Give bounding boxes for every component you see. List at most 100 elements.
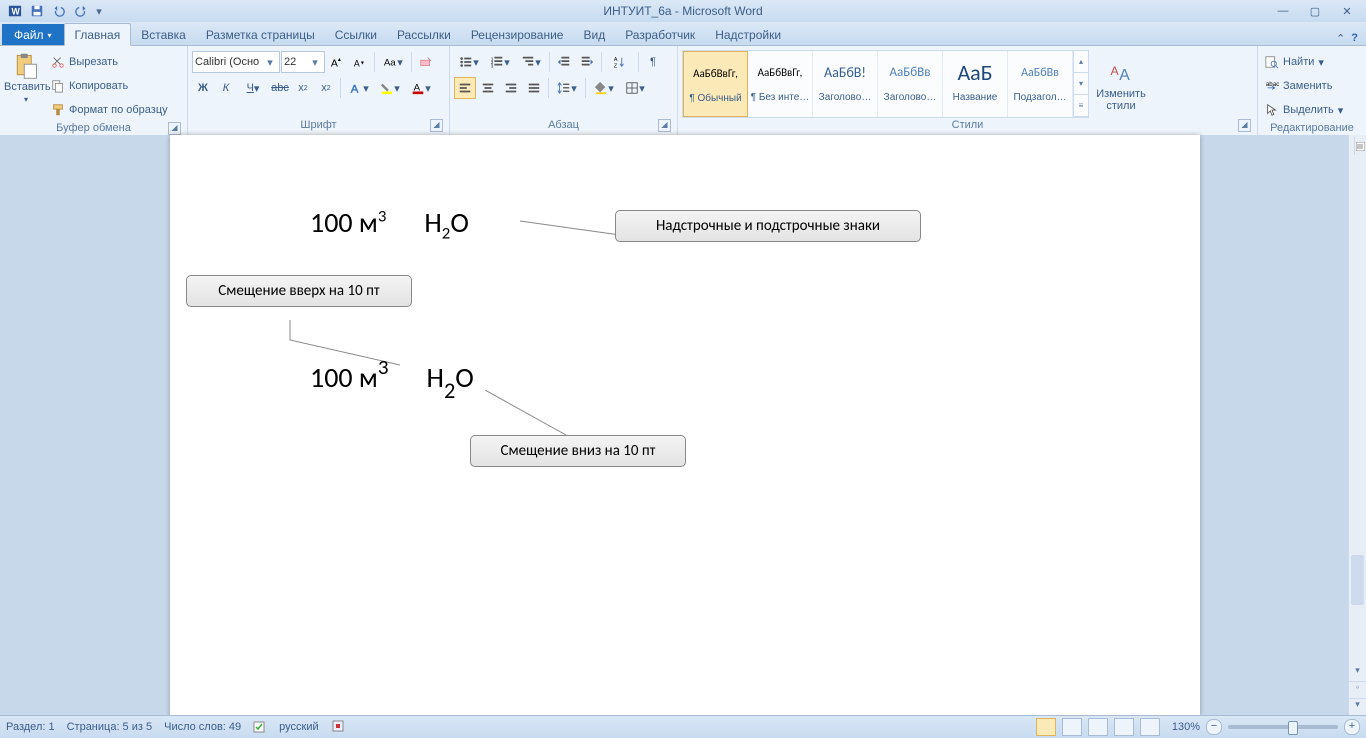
multilevel-list-icon[interactable]: ▾ — [516, 51, 546, 73]
grow-font-icon[interactable]: A▴ — [326, 51, 348, 73]
font-color-icon[interactable]: A▾ — [406, 77, 436, 99]
format-painter-button[interactable]: Формат по образцу — [48, 98, 171, 122]
group-paragraph: ▾ 123▾ ▾ AZ ¶ ▾ ▾ ▾ — [450, 46, 678, 136]
gallery-down-icon[interactable]: ▾ — [1074, 73, 1088, 95]
bold-icon[interactable]: Ж — [192, 77, 214, 99]
tab-insert[interactable]: Вставка — [131, 24, 196, 45]
scroll-thumb[interactable] — [1351, 555, 1364, 605]
replace-button[interactable]: abacЗаменить — [1262, 74, 1335, 98]
bullets-icon[interactable]: ▾ — [454, 51, 484, 73]
borders-icon[interactable]: ▾ — [620, 77, 650, 99]
ruler-toggle-icon[interactable] — [1354, 137, 1366, 155]
underline-icon[interactable]: Ч ▾ — [238, 77, 268, 99]
view-print-layout-icon[interactable] — [1036, 718, 1056, 736]
font-launcher-icon[interactable]: ◢ — [430, 119, 443, 132]
highlight-icon[interactable]: ▾ — [375, 77, 405, 99]
subscript-icon[interactable]: x2 — [292, 77, 314, 99]
tab-references[interactable]: Ссылки — [325, 24, 387, 45]
view-web-layout-icon[interactable] — [1088, 718, 1108, 736]
svg-text:A: A — [614, 57, 618, 63]
line-spacing-icon[interactable]: ▾ — [552, 77, 582, 99]
document-page[interactable]: 100 м3 H2O Надстрочные и подстрочные зна… — [170, 135, 1200, 716]
style-item-2[interactable]: АаБбВ!Заголово… — [813, 51, 878, 117]
view-full-screen-icon[interactable] — [1062, 718, 1082, 736]
tab-mailings[interactable]: Рассылки — [387, 24, 461, 45]
align-center-icon[interactable] — [477, 77, 499, 99]
change-case-icon[interactable]: Aa▾ — [378, 51, 408, 73]
shrink-font-icon[interactable]: A▾ — [349, 51, 371, 73]
zoom-level[interactable]: 130% — [1172, 721, 1200, 733]
group-label-paragraph: Абзац — [548, 119, 579, 131]
text-effects-icon[interactable]: A▾ — [344, 77, 374, 99]
styles-launcher-icon[interactable]: ◢ — [1238, 119, 1251, 132]
zoom-in-button[interactable]: + — [1344, 719, 1360, 735]
tab-review[interactable]: Рецензирование — [461, 24, 574, 45]
tab-addins[interactable]: Надстройки — [705, 24, 791, 45]
numbering-icon[interactable]: 123▾ — [485, 51, 515, 73]
tab-file[interactable]: Файл▾ — [2, 24, 64, 45]
save-icon[interactable] — [28, 2, 46, 20]
tab-view[interactable]: Вид — [573, 24, 615, 45]
decrease-indent-icon[interactable] — [553, 51, 575, 73]
status-macro-icon[interactable] — [331, 719, 345, 736]
style-item-4[interactable]: АаБНазвание — [943, 51, 1008, 117]
italic-icon[interactable]: К — [215, 77, 237, 99]
tab-page-layout[interactable]: Разметка страницы — [196, 24, 325, 45]
tab-developer[interactable]: Разработчик — [615, 24, 705, 45]
align-left-icon[interactable] — [454, 77, 476, 99]
paste-button[interactable]: Вставить▾ — [4, 48, 48, 105]
copy-button[interactable]: Копировать — [48, 74, 171, 98]
svg-text:W: W — [12, 7, 21, 17]
prev-page-icon[interactable]: ◦ — [1349, 681, 1366, 699]
status-words[interactable]: Число слов: 49 — [164, 721, 241, 733]
sort-icon[interactable]: AZ — [605, 51, 635, 73]
superscript-icon[interactable]: x2 — [315, 77, 337, 99]
close-button[interactable]: ✕ — [1336, 5, 1358, 18]
clipboard-launcher-icon[interactable]: ◢ — [168, 122, 181, 135]
shading-icon[interactable]: ▾ — [589, 77, 619, 99]
help-icon[interactable]: ? — [1351, 32, 1358, 45]
styles-gallery[interactable]: АаБбВвГг,¶ ОбычныйАаБбВвГг,¶ Без инте…Аа… — [682, 50, 1089, 118]
justify-icon[interactable] — [523, 77, 545, 99]
view-outline-icon[interactable] — [1114, 718, 1134, 736]
ribbon-tabs: Файл▾ Главная Вставка Разметка страницы … — [0, 22, 1366, 46]
change-styles-button[interactable]: AA Изменить стили — [1093, 55, 1149, 112]
clear-formatting-icon[interactable] — [415, 51, 437, 73]
align-right-icon[interactable] — [500, 77, 522, 99]
scroll-down-icon[interactable]: ▾ — [1349, 665, 1366, 682]
font-name-combo[interactable]: Calibri (Осно▾ — [192, 51, 280, 73]
status-page[interactable]: Страница: 5 из 5 — [67, 721, 153, 733]
style-item-0[interactable]: АаБбВвГг,¶ Обычный — [683, 51, 748, 117]
status-spellcheck-icon[interactable] — [253, 719, 267, 736]
zoom-out-button[interactable]: − — [1206, 719, 1222, 735]
vertical-scrollbar[interactable]: ▴ ▾ ◦ ▾ — [1348, 135, 1366, 716]
style-item-1[interactable]: АаБбВвГг,¶ Без инте… — [748, 51, 813, 117]
status-section[interactable]: Раздел: 1 — [6, 721, 55, 733]
select-button[interactable]: Выделить ▾ — [1262, 98, 1346, 122]
zoom-slider[interactable] — [1228, 725, 1338, 729]
style-item-5[interactable]: АаБбВвПодзагол… — [1008, 51, 1073, 117]
strikethrough-icon[interactable]: abc — [269, 77, 291, 99]
font-size-combo[interactable]: 22▾ — [281, 51, 325, 73]
word-icon[interactable]: W — [6, 2, 24, 20]
paragraph-launcher-icon[interactable]: ◢ — [658, 119, 671, 132]
cut-button[interactable]: Вырезать — [48, 50, 171, 74]
next-page-icon[interactable]: ▾ — [1349, 698, 1366, 716]
tab-home[interactable]: Главная — [64, 23, 132, 46]
increase-indent-icon[interactable] — [576, 51, 598, 73]
minimize-button[interactable]: — — [1272, 5, 1294, 18]
qat-customize-icon[interactable]: ▾ — [94, 2, 104, 20]
svg-text:A: A — [351, 83, 359, 95]
minimize-ribbon-icon[interactable]: ⌃ — [1336, 32, 1345, 45]
style-item-3[interactable]: АаБбВвЗаголово… — [878, 51, 943, 117]
view-draft-icon[interactable] — [1140, 718, 1160, 736]
status-language[interactable]: русский — [279, 721, 318, 733]
find-button[interactable]: Найти ▾ — [1262, 50, 1327, 74]
group-label-editing: Редактирование — [1262, 122, 1362, 134]
maximize-button[interactable]: ▢ — [1304, 5, 1326, 18]
redo-icon[interactable] — [72, 2, 90, 20]
show-marks-icon[interactable]: ¶ — [642, 51, 664, 73]
gallery-up-icon[interactable]: ▴ — [1074, 51, 1088, 73]
undo-icon[interactable] — [50, 2, 68, 20]
gallery-more-icon[interactable]: ≡ — [1074, 95, 1088, 117]
